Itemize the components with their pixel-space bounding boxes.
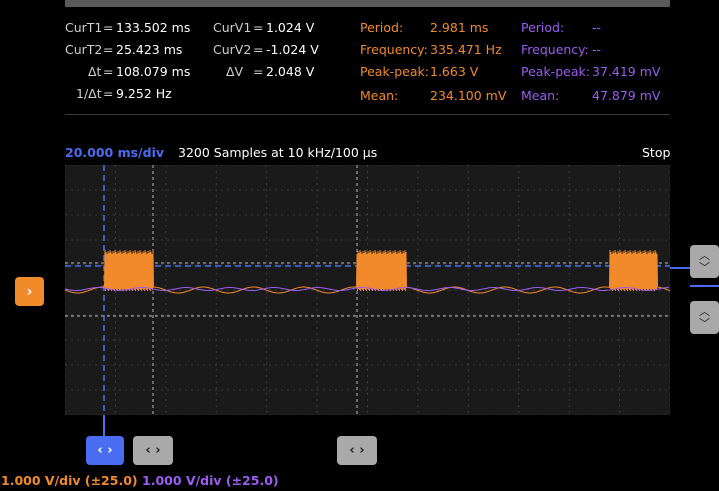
cursor-t2-button[interactable]: ‹ › [86, 436, 124, 465]
ch1-frequency-value: 335.471 Hz [430, 42, 502, 57]
chevron-up-icon: ︿ [699, 304, 710, 318]
inv-dt-label: 1/Δt [76, 86, 102, 101]
ch1-period-value: 2.981 ms [430, 20, 489, 35]
ch2-peak-peak-value: 37.419 mV [592, 64, 661, 79]
dt-label: Δt [88, 64, 102, 79]
curt1-label: CurT1 [65, 20, 103, 35]
ch2-frequency-value: -- [592, 42, 602, 57]
curv2-eq: = [253, 42, 264, 57]
ch2-period-label: Period: [521, 20, 565, 35]
curv1-label: CurV1 [213, 20, 252, 35]
ch1-scale-label[interactable]: 1.000 V/div (±25.0) [1, 473, 138, 488]
top-scroll-bar[interactable] [65, 0, 670, 7]
curt1-value: 133.502 ms [116, 20, 191, 35]
curt2-value: 25.423 ms [116, 42, 183, 57]
inv-dt-value: 9.252 Hz [116, 86, 172, 101]
left-right-chevrons-icon: ‹ › [145, 443, 161, 458]
ch2-marker-underline [690, 285, 719, 287]
ch1-mean-label: Mean: [360, 88, 399, 103]
trigger-position-button[interactable]: ‹ › [337, 436, 377, 465]
curv1-value: 1.024 V [266, 20, 315, 35]
cursor-t2-stem [103, 415, 105, 437]
cursor-v2-button[interactable]: ︿ ﹀ [690, 301, 719, 334]
samples-label: 3200 Samples at 10 kHz/100 µs [178, 145, 378, 160]
ch1-period-label: Period: [360, 20, 404, 35]
left-right-chevrons-icon: ‹ › [97, 443, 113, 458]
trigger-level-button[interactable]: › [15, 277, 44, 306]
cursor-v1-button[interactable]: ︿ ﹀ [690, 245, 719, 278]
curt1-eq: = [103, 20, 114, 35]
dv-value: 2.048 V [266, 64, 315, 79]
dv-label: ΔV [226, 64, 244, 79]
left-right-chevrons-icon: ‹ › [349, 443, 365, 458]
run-state-label[interactable]: Stop [642, 145, 670, 160]
scope-display[interactable] [65, 165, 670, 415]
ch1-trace [65, 249, 670, 294]
scope-svg [65, 165, 670, 415]
curv2-label: CurV2 [213, 42, 252, 57]
dt-eq: = [103, 64, 114, 79]
ch2-mean-label: Mean: [521, 88, 560, 103]
curv2-value: -1.024 V [266, 42, 319, 57]
ch1-mean-value: 234.100 mV [430, 88, 507, 103]
chevron-down-icon: ﹀ [699, 260, 710, 274]
divider [65, 114, 670, 115]
ch1-frequency-label: Frequency: [360, 42, 428, 57]
ch1-peak-peak-value: 1.663 V [430, 64, 479, 79]
chevron-down-icon: ﹀ [699, 316, 710, 330]
dt-value: 108.079 ms [116, 64, 191, 79]
curv1-eq: = [253, 20, 264, 35]
ch2-frequency-label: Frequency: [521, 42, 589, 57]
chevron-right-icon: › [26, 283, 33, 300]
ch2-peak-peak-label: Peak-peak: [521, 64, 590, 79]
curt2-eq: = [103, 42, 114, 57]
ch2-mean-value: 47.879 mV [592, 88, 661, 103]
chevron-up-icon: ︿ [699, 248, 710, 262]
ch2-scale-label[interactable]: 1.000 V/div (±25.0) [142, 473, 279, 488]
ch2-period-value: -- [592, 20, 602, 35]
curt2-label: CurT2 [65, 42, 103, 57]
ch1-peak-peak-label: Peak-peak: [360, 64, 429, 79]
inv-dt-eq: = [103, 86, 114, 101]
cursor-t1-button[interactable]: ‹ › [133, 436, 173, 465]
timebase-label[interactable]: 20.000 ms/div [65, 145, 164, 160]
dv-eq: = [253, 64, 264, 79]
